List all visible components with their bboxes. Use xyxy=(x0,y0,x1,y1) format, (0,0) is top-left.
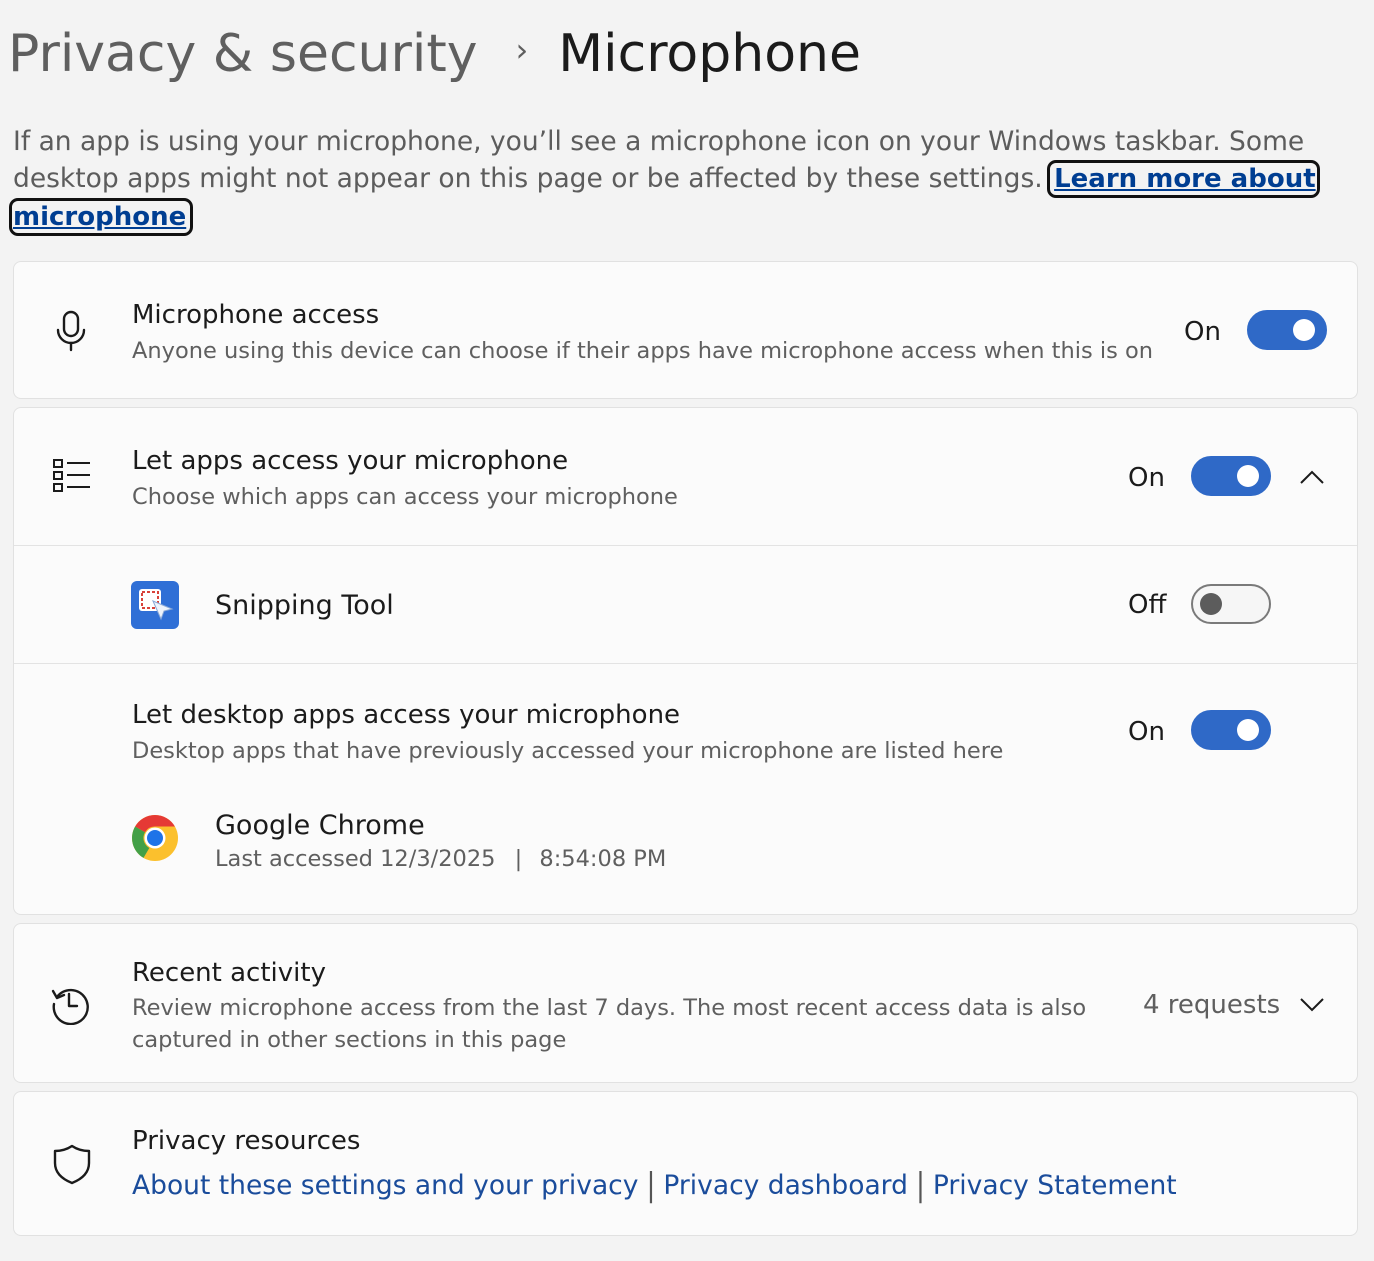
privacy-resources-row: Privacy resources About these settings a… xyxy=(14,1092,1357,1235)
toggle-knob xyxy=(1237,719,1259,741)
desktop-app-last-accessed: Last accessed 12/3/2025 | 8:54:08 PM xyxy=(215,843,666,876)
privacy-statement-link[interactable]: Privacy Statement xyxy=(933,1170,1177,1201)
privacy-resources-title: Privacy resources xyxy=(132,1126,361,1156)
app-access-title: Let apps access your microphone xyxy=(132,446,569,476)
app-name: Snipping Tool xyxy=(215,590,394,621)
app-state: Off xyxy=(1128,590,1167,620)
microphone-access-state: On xyxy=(1184,317,1221,347)
recent-activity-count: 4 requests xyxy=(1143,990,1281,1020)
chevron-up-icon[interactable] xyxy=(1299,469,1325,485)
snipping-tool-icon xyxy=(131,581,179,629)
recent-activity-card[interactable]: Recent activity Review microphone access… xyxy=(13,923,1358,1083)
app-access-row[interactable]: Let apps access your microphone Choose w… xyxy=(14,408,1357,545)
microphone-access-desc: Anyone using this device can choose if t… xyxy=(132,338,1153,364)
recent-activity-desc-line2: captured in other sections in this page xyxy=(132,1027,567,1053)
microphone-access-title: Microphone access xyxy=(132,300,380,330)
recent-activity-desc-line1: Review microphone access from the last 7… xyxy=(132,995,1087,1021)
breadcrumb: Privacy & security › Microphone xyxy=(8,14,861,94)
privacy-dashboard-link[interactable]: Privacy dashboard xyxy=(663,1170,908,1201)
chevron-right-icon: › xyxy=(515,31,529,69)
privacy-resources-card: Privacy resources About these settings a… xyxy=(13,1091,1358,1236)
toggle-knob xyxy=(1293,319,1315,341)
recent-activity-title: Recent activity xyxy=(132,958,326,988)
breadcrumb-parent-link[interactable]: Privacy & security xyxy=(8,24,478,84)
privacy-links: About these settings and your privacy | Pr… xyxy=(132,1166,1177,1205)
chrome-icon xyxy=(132,815,178,861)
app-access-card: Let apps access your microphone Choose w… xyxy=(13,407,1358,915)
about-settings-link[interactable]: About these settings and your privacy xyxy=(132,1170,638,1201)
history-icon xyxy=(51,988,89,1025)
snipping-tool-toggle[interactable] xyxy=(1191,584,1271,624)
microphone-icon xyxy=(56,310,86,352)
page-title: Microphone xyxy=(558,24,861,84)
app-access-toggle[interactable] xyxy=(1191,456,1271,496)
toggle-knob xyxy=(1237,465,1259,487)
last-accessed-divider: | xyxy=(514,846,523,872)
desktop-apps-state: On xyxy=(1128,717,1165,747)
desktop-apps-desc: Desktop apps that have previously access… xyxy=(132,738,1004,764)
microphone-access-card: Microphone access Anyone using this devi… xyxy=(13,261,1358,399)
app-access-desc: Choose which apps can access your microp… xyxy=(132,484,678,510)
app-access-state: On xyxy=(1128,463,1165,493)
recent-activity-row[interactable]: Recent activity Review microphone access… xyxy=(14,924,1357,1082)
desktop-apps-toggle[interactable] xyxy=(1191,710,1271,750)
chevron-down-icon[interactable] xyxy=(1299,997,1325,1013)
last-accessed-label: Last accessed 12/3/2025 xyxy=(215,846,496,872)
desktop-app-name: Google Chrome xyxy=(215,810,425,841)
microphone-access-toggle[interactable] xyxy=(1247,310,1327,350)
microphone-access-row: Microphone access Anyone using this devi… xyxy=(14,262,1357,398)
list-icon xyxy=(53,459,90,492)
link-separator: | xyxy=(915,1166,925,1205)
toggle-knob xyxy=(1200,593,1222,615)
desktop-apps-title: Let desktop apps access your microphone xyxy=(132,700,681,730)
desktop-apps-row: Let desktop apps access your microphone … xyxy=(14,663,1357,914)
last-accessed-time: 8:54:08 PM xyxy=(539,846,667,872)
shield-icon xyxy=(53,1144,91,1185)
app-row-snipping-tool: Snipping Tool Off xyxy=(14,545,1357,663)
link-separator: | xyxy=(646,1166,656,1205)
intro-text: If an app is using your microphone, you’… xyxy=(9,123,1353,236)
